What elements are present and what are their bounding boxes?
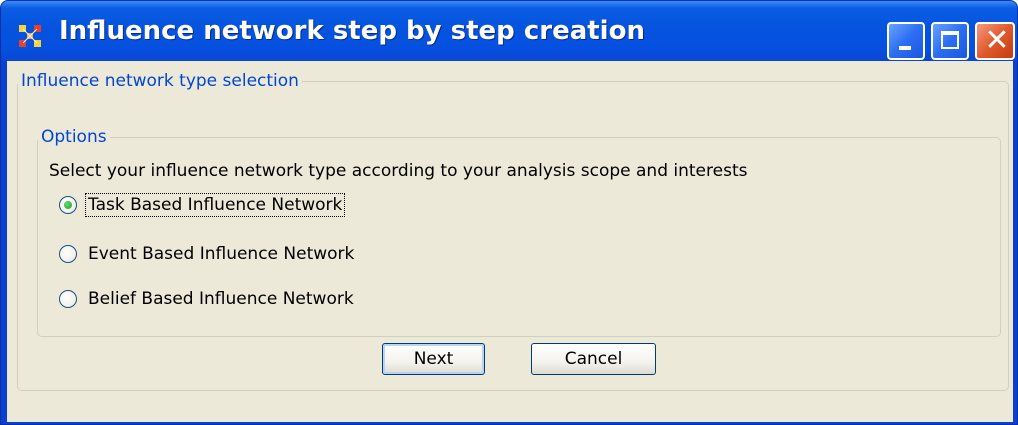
title-bar[interactable]: Influence network step by step creation … — [1, 1, 1017, 61]
minimize-button[interactable] — [887, 22, 925, 60]
radio-belief-based[interactable]: Belief Based Influence Network — [59, 286, 356, 312]
radio-selected-icon[interactable] — [59, 196, 77, 214]
radio-label-event-based[interactable]: Event Based Influence Network — [86, 243, 356, 265]
radio-unselected-icon[interactable] — [59, 290, 77, 308]
options-legend: Options — [41, 127, 107, 147]
bottom-strip — [7, 412, 1013, 422]
cancel-button[interactable]: Cancel — [531, 343, 656, 375]
dialog-window: Influence network step by step creation … — [0, 0, 1018, 425]
window-title: Influence network step by step creation — [59, 16, 645, 46]
app-icon — [19, 25, 41, 47]
dialog-content: Influence network type selection Options… — [7, 61, 1013, 422]
type-selection-legend: Influence network type selection — [21, 71, 299, 91]
radio-label-task-based[interactable]: Task Based Influence Network — [84, 193, 346, 217]
radio-task-based[interactable]: Task Based Influence Network — [59, 192, 346, 218]
maximize-icon — [941, 31, 959, 49]
maximize-button[interactable] — [931, 22, 969, 60]
radio-label-belief-based[interactable]: Belief Based Influence Network — [86, 288, 356, 310]
radio-event-based[interactable]: Event Based Influence Network — [59, 241, 356, 267]
close-icon: ✕ — [984, 23, 1010, 58]
close-button[interactable]: ✕ — [975, 22, 1015, 60]
next-button[interactable]: Next — [382, 343, 485, 375]
options-description: Select your influence network type accor… — [49, 161, 748, 181]
minimize-icon — [899, 46, 911, 50]
radio-unselected-icon[interactable] — [59, 245, 77, 263]
